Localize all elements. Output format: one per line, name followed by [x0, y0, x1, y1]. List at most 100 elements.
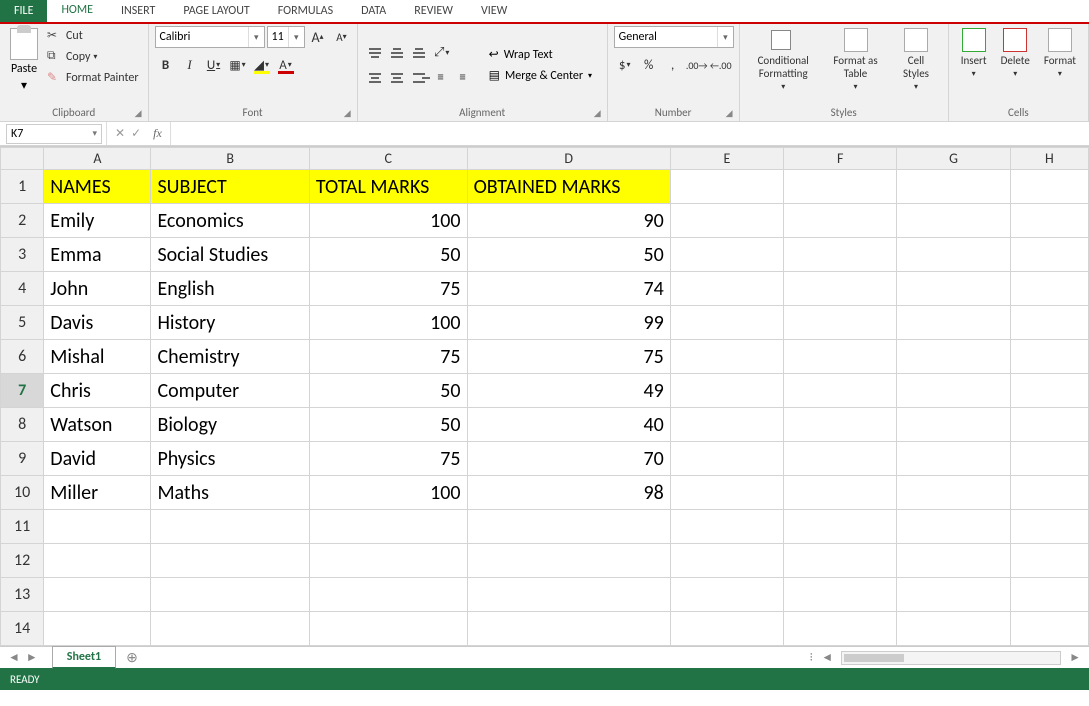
cell-A4[interactable]: John — [44, 272, 151, 306]
row-header-12[interactable]: 12 — [1, 544, 44, 578]
number-format-combo[interactable]: General ▾ — [614, 26, 734, 48]
comma-format-button[interactable]: , — [662, 54, 684, 76]
row-header-6[interactable]: 6 — [1, 340, 44, 374]
decrease-font-button[interactable]: A▾ — [331, 26, 353, 48]
select-all-corner[interactable] — [1, 148, 44, 170]
cell-D11[interactable] — [467, 510, 670, 544]
enter-formula-icon[interactable]: ✓ — [131, 126, 141, 141]
horizontal-scrollbar[interactable] — [841, 651, 1061, 665]
cell-G13[interactable] — [897, 578, 1010, 612]
cell-E4[interactable] — [670, 272, 783, 306]
cell-F1[interactable] — [784, 170, 897, 204]
cell-E7[interactable] — [670, 374, 783, 408]
cell-F8[interactable] — [784, 408, 897, 442]
row-header-9[interactable]: 9 — [1, 442, 44, 476]
cell-G2[interactable] — [897, 204, 1010, 238]
col-header-G[interactable]: G — [897, 148, 1010, 170]
tab-home[interactable]: HOME — [47, 0, 107, 22]
cell-F9[interactable] — [784, 442, 897, 476]
cell-H8[interactable] — [1010, 408, 1088, 442]
italic-button[interactable]: I — [179, 54, 201, 76]
align-middle-button[interactable] — [386, 42, 408, 64]
format-as-table-button[interactable]: Format as Table ▾ — [823, 26, 888, 94]
cell-D8[interactable]: 40 — [467, 408, 670, 442]
cell-G8[interactable] — [897, 408, 1010, 442]
merge-center-button[interactable]: ▤ Merge & Center ▾ — [484, 66, 597, 85]
font-name-combo[interactable]: Calibri ▾ — [155, 26, 265, 48]
cell-E10[interactable] — [670, 476, 783, 510]
cell-D6[interactable]: 75 — [467, 340, 670, 374]
align-top-button[interactable] — [364, 42, 386, 64]
cell-A14[interactable] — [44, 612, 151, 646]
cell-G5[interactable] — [897, 306, 1010, 340]
cell-A12[interactable] — [44, 544, 151, 578]
row-header-13[interactable]: 13 — [1, 578, 44, 612]
cell-E14[interactable] — [670, 612, 783, 646]
tab-view[interactable]: VIEW — [467, 0, 521, 22]
col-header-C[interactable]: C — [309, 148, 467, 170]
increase-decimal-button[interactable]: .00→ — [686, 54, 708, 76]
cell-C11[interactable] — [309, 510, 467, 544]
accounting-format-button[interactable]: $▾ — [614, 54, 636, 76]
cell-H13[interactable] — [1010, 578, 1088, 612]
cell-F5[interactable] — [784, 306, 897, 340]
tab-data[interactable]: DATA — [347, 0, 400, 22]
copy-button[interactable]: ⧉ Copy ▾ — [44, 47, 142, 67]
cell-E3[interactable] — [670, 238, 783, 272]
cell-F2[interactable] — [784, 204, 897, 238]
cell-D7[interactable]: 49 — [467, 374, 670, 408]
scroll-right-icon[interactable]: ► — [1069, 650, 1081, 665]
cell-D1[interactable]: OBTAINED MARKS — [467, 170, 670, 204]
cell-B12[interactable] — [151, 544, 309, 578]
decrease-indent-button[interactable]: ≡ — [430, 67, 452, 89]
dialog-launcher-icon[interactable]: ◢ — [135, 108, 142, 119]
cell-B8[interactable]: Biology — [151, 408, 309, 442]
row-header-2[interactable]: 2 — [1, 204, 44, 238]
cell-G1[interactable] — [897, 170, 1010, 204]
increase-font-button[interactable]: A▴ — [307, 26, 329, 48]
add-sheet-button[interactable]: ⊕ — [116, 649, 148, 666]
cell-H14[interactable] — [1010, 612, 1088, 646]
cell-H12[interactable] — [1010, 544, 1088, 578]
orientation-button[interactable]: ⤢▾ — [430, 42, 454, 64]
cell-F13[interactable] — [784, 578, 897, 612]
cell-G6[interactable] — [897, 340, 1010, 374]
row-header-1[interactable]: 1 — [1, 170, 44, 204]
cell-E6[interactable] — [670, 340, 783, 374]
cell-F3[interactable] — [784, 238, 897, 272]
cell-E11[interactable] — [670, 510, 783, 544]
row-header-10[interactable]: 10 — [1, 476, 44, 510]
name-box[interactable]: K7 ▾ — [6, 124, 102, 144]
cell-H6[interactable] — [1010, 340, 1088, 374]
cell-C12[interactable] — [309, 544, 467, 578]
cell-B3[interactable]: Social Studies — [151, 238, 309, 272]
tab-formulas[interactable]: FORMULAS — [264, 0, 347, 22]
font-size-combo[interactable]: 11 ▾ — [267, 26, 305, 48]
font-color-button[interactable]: A▾ — [275, 54, 297, 76]
cell-H11[interactable] — [1010, 510, 1088, 544]
cell-D14[interactable] — [467, 612, 670, 646]
cell-H9[interactable] — [1010, 442, 1088, 476]
cell-H4[interactable] — [1010, 272, 1088, 306]
wrap-text-button[interactable]: ↩ Wrap Text — [484, 45, 597, 64]
align-left-button[interactable] — [364, 67, 386, 89]
fx-icon[interactable]: fx — [147, 126, 162, 141]
cell-C3[interactable]: 50 — [309, 238, 467, 272]
cell-F6[interactable] — [784, 340, 897, 374]
dialog-launcher-icon[interactable]: ◢ — [594, 108, 601, 119]
row-header-5[interactable]: 5 — [1, 306, 44, 340]
conditional-formatting-button[interactable]: Conditional Formatting ▾ — [746, 26, 821, 94]
cell-B4[interactable]: English — [151, 272, 309, 306]
cell-B10[interactable]: Maths — [151, 476, 309, 510]
cell-C7[interactable]: 50 — [309, 374, 467, 408]
cell-D9[interactable]: 70 — [467, 442, 670, 476]
bold-button[interactable]: B — [155, 54, 177, 76]
tab-insert[interactable]: INSERT — [107, 0, 169, 22]
borders-button[interactable]: ▦▾ — [227, 54, 249, 76]
sheet-tab-1[interactable]: Sheet1 — [52, 646, 116, 669]
cell-B7[interactable]: Computer — [151, 374, 309, 408]
cell-styles-button[interactable]: Cell Styles ▾ — [890, 26, 942, 94]
cell-A8[interactable]: Watson — [44, 408, 151, 442]
cell-C4[interactable]: 75 — [309, 272, 467, 306]
cancel-formula-icon[interactable]: ✕ — [115, 126, 125, 141]
